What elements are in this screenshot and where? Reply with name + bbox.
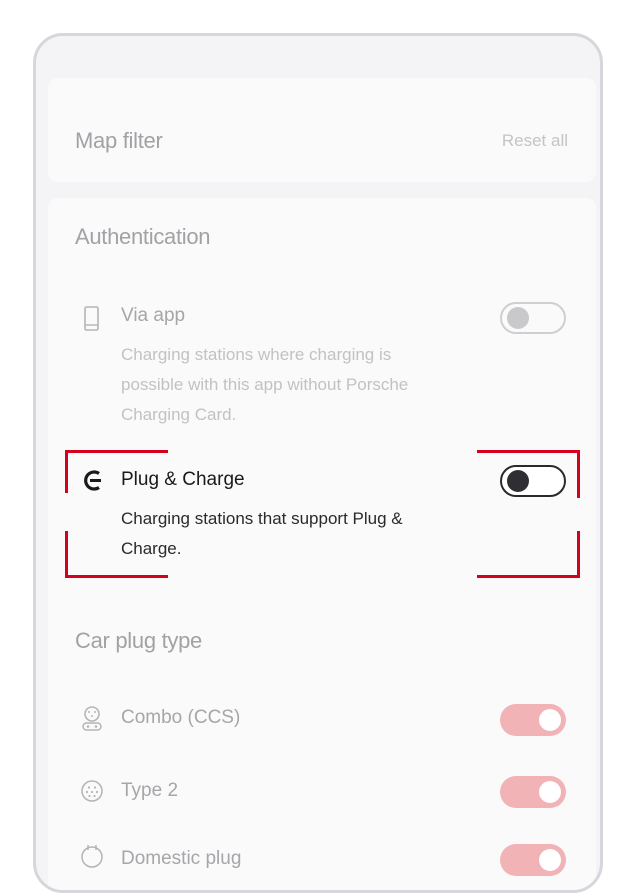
toggle-knob [539, 709, 561, 731]
highlight-bracket-top-left [65, 450, 168, 493]
section-title-authentication: Authentication [75, 224, 211, 249]
toggle-knob [539, 781, 561, 803]
header-card: Map filter Reset all [48, 78, 596, 182]
reset-all-button[interactable]: Reset all [502, 131, 568, 151]
type2-connector-icon [80, 778, 104, 804]
filter-item-title: Via app [121, 305, 186, 326]
via-app-toggle[interactable] [500, 302, 566, 334]
section-title-car-plug-type: Car plug type [75, 628, 202, 653]
domestic-plug-icon [80, 844, 104, 870]
toggle-knob [539, 849, 561, 871]
filter-item-title: Type 2 [121, 780, 179, 801]
type-2-toggle[interactable] [500, 776, 566, 808]
filter-item-title: Domestic plug [121, 848, 242, 869]
highlight-bracket-bottom-left [65, 531, 168, 578]
ccs-connector-icon [80, 706, 104, 732]
toggle-knob [507, 307, 529, 329]
filter-item-description: Charging stations that support Plug & Ch… [121, 509, 403, 558]
highlight-bracket-bottom-right [477, 531, 580, 578]
domestic-plug-toggle[interactable] [500, 844, 566, 876]
filter-item-description: Charging stations where charging is poss… [121, 345, 409, 424]
filter-item-title: Combo (CCS) [121, 707, 241, 728]
highlight-bracket-top-right [477, 450, 580, 498]
combo-ccs-toggle[interactable] [500, 704, 566, 736]
smartphone-icon [80, 306, 104, 332]
page-title: Map filter [75, 128, 163, 153]
